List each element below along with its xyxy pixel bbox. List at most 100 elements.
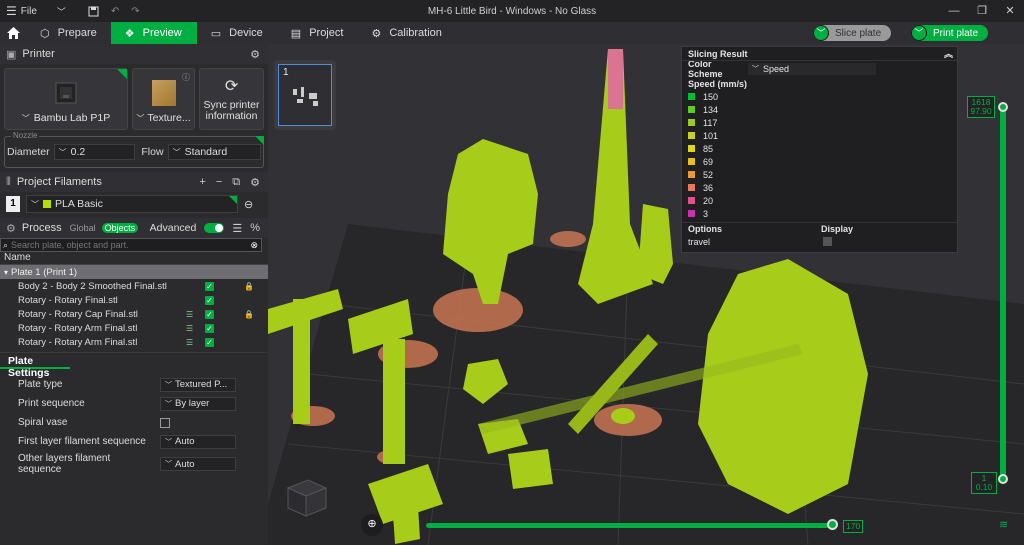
legend-swatch [688, 132, 695, 139]
home-icon[interactable] [0, 22, 26, 44]
legend-item: 36 [682, 181, 957, 194]
slice-plate-button[interactable]: ﹀ Slice plate [813, 25, 892, 41]
undo-icon[interactable]: ↶ [105, 0, 125, 22]
sync-ams-icon[interactable]: ⧉ [232, 176, 240, 189]
diameter-select[interactable]: ﹀ 0.2 [53, 144, 136, 160]
other-layers-sequence-row: Other layers filament sequence ﹀ Auto [0, 451, 268, 477]
check-icon[interactable]: ✓ [205, 337, 214, 347]
bottom-layer-handle[interactable] [998, 474, 1008, 484]
legend-value: 85 [703, 143, 714, 154]
move-slider[interactable] [426, 523, 834, 528]
layers-stack-icon[interactable]: ≋ [999, 518, 1008, 531]
close-icon[interactable]: ✕ [996, 0, 1024, 22]
monitor-icon: ▭ [210, 27, 222, 40]
setting-label: Other layers filament sequence [18, 453, 111, 475]
file-menu[interactable]: ☰ File [0, 0, 43, 22]
legend-swatch [688, 197, 695, 204]
list-item[interactable]: Rotary - Rotary Arm Final.stl ☰ ✓ [0, 335, 268, 349]
search-icon: ⌕ [3, 239, 9, 250]
color-scheme-row: Color Scheme ﹀ Speed [682, 59, 957, 79]
check-icon[interactable]: ✓ [205, 295, 214, 305]
legend-swatch [688, 145, 695, 152]
list-item[interactable]: Rotary - Rotary Cap Final.stl ☰ ✓ 🔒 [0, 307, 268, 321]
save-icon[interactable] [82, 0, 105, 22]
filament-icon: ⦀ [6, 175, 11, 188]
chevron-down-icon[interactable]: ﹀ [51, 0, 72, 22]
redo-icon[interactable]: ↷ [125, 0, 145, 22]
layers-icon: ☰ [186, 337, 194, 347]
tab-label: Project [309, 27, 344, 39]
status-corner [117, 69, 128, 79]
advanced-switch[interactable] [204, 223, 225, 233]
fit-view-icon[interactable]: ⊕ [361, 514, 383, 536]
plate-thumbnail[interactable]: 1 [274, 60, 336, 130]
tab-prepare[interactable]: ⬡ Prepare [26, 22, 111, 44]
settings-icon[interactable]: ⚙ [250, 48, 260, 61]
print-sequence-select[interactable]: ﹀ By layer [160, 396, 236, 411]
check-icon[interactable]: ✓ [205, 323, 214, 333]
print-sequence-row: Print sequence ﹀ By layer [0, 394, 268, 413]
hamburger-icon: ☰ [6, 4, 17, 18]
tab-device[interactable]: ▭ Device [197, 22, 277, 44]
sync-printer-button[interactable]: ⟳ Sync printer information [199, 68, 264, 130]
search-input[interactable]: ⌕ Search plate, object and part. ⊗ [0, 238, 262, 252]
top-layer-handle[interactable] [998, 102, 1008, 112]
document-icon: ▤ [290, 27, 302, 40]
bottom-layer-label: 1 0.10 [971, 472, 997, 494]
object-name: Rotary - Rotary Cap Final.stl [18, 308, 138, 320]
tab-preview[interactable]: ❖ Preview [110, 22, 197, 44]
tab-project[interactable]: ▤ Project [277, 22, 358, 44]
legend-swatch [688, 93, 695, 100]
remove-circle-icon[interactable]: ⊖ [244, 198, 253, 211]
gear-icon: ⚙ [371, 27, 382, 40]
list-item[interactable]: Rotary - Rotary Final.stl ✓ [0, 293, 268, 307]
filament-name: PLA Basic [55, 198, 103, 210]
check-icon[interactable]: ✓ [205, 309, 214, 319]
plate-type-select[interactable]: ﹀ Textured P... [160, 377, 236, 392]
list-icon[interactable]: ☰ [232, 222, 242, 235]
view-cube[interactable] [284, 474, 330, 518]
diameter-value: 0.2 [70, 146, 86, 158]
remove-icon[interactable]: − [216, 176, 222, 189]
layers-icon: ☰ [186, 323, 194, 333]
list-item[interactable]: Rotary - Rotary Arm Final.stl ☰ ✓ [0, 321, 268, 335]
add-icon[interactable]: + [199, 176, 205, 189]
spiral-vase-checkbox[interactable] [160, 417, 170, 428]
plate-type-row: Plate type ﹀ Textured P... [0, 375, 268, 394]
legend-item: 117 [682, 116, 957, 129]
move-slider-handle[interactable] [827, 519, 838, 530]
restore-icon[interactable]: ❐ [968, 0, 996, 22]
chevron-down-icon: ﹀ [165, 461, 172, 468]
chevron-down-icon[interactable]: ﹀ [911, 25, 927, 41]
spiral-vase-row: Spiral vase [0, 413, 268, 432]
lock-icon: 🔒 [244, 281, 254, 291]
chevron-down-icon[interactable]: ﹀ [813, 25, 829, 41]
flow-select[interactable]: ﹀ Standard [167, 144, 261, 160]
title-bar: ☰ File ﹀ ↶ ↷ MH-6 Little Bird - Windows … [0, 0, 1024, 22]
travel-display-checkbox[interactable] [823, 237, 832, 246]
diameter-label: Diameter [7, 146, 50, 158]
print-plate-button[interactable]: ﹀ Print plate [911, 25, 989, 41]
minimize-icon[interactable]: — [940, 0, 968, 22]
plate-type-card[interactable]: ⓘ ﹀ Texture... [132, 68, 196, 130]
collapse-icon[interactable]: ︽ [944, 47, 953, 60]
other-layers-sequence-select[interactable]: ﹀ Auto [160, 457, 236, 471]
global-toggle[interactable]: Global [70, 223, 96, 233]
filament-select[interactable]: ﹀ PLA Basic [26, 195, 238, 213]
clear-icon[interactable]: ⊗ [250, 240, 258, 251]
tab-calibration[interactable]: ⚙ Calibration [357, 22, 455, 44]
plate-mini-preview [293, 87, 318, 106]
first-layer-sequence-select[interactable]: ﹀ Auto [160, 434, 236, 449]
list-item[interactable]: Body 2 - Body 2 Smoothed Final.stl ✓ 🔒 [0, 279, 268, 293]
printer-select-card[interactable]: ﹀ Bambu Lab P1P [4, 68, 129, 130]
layer-range-slider[interactable] [1000, 105, 1006, 480]
objects-toggle[interactable]: Objects [101, 223, 139, 233]
settings-icon[interactable]: ⚙ [250, 176, 260, 189]
collapse-icon[interactable]: ▾ [4, 268, 8, 277]
tree-plate-row[interactable]: ▾ Plate 1 (Print 1) [0, 265, 268, 279]
info-icon[interactable]: ⓘ [182, 72, 190, 83]
color-scheme-select[interactable]: ﹀ Speed [748, 63, 876, 75]
percent-icon[interactable]: % [250, 222, 260, 234]
printer-icon [55, 82, 77, 104]
check-icon[interactable]: ✓ [205, 281, 214, 291]
